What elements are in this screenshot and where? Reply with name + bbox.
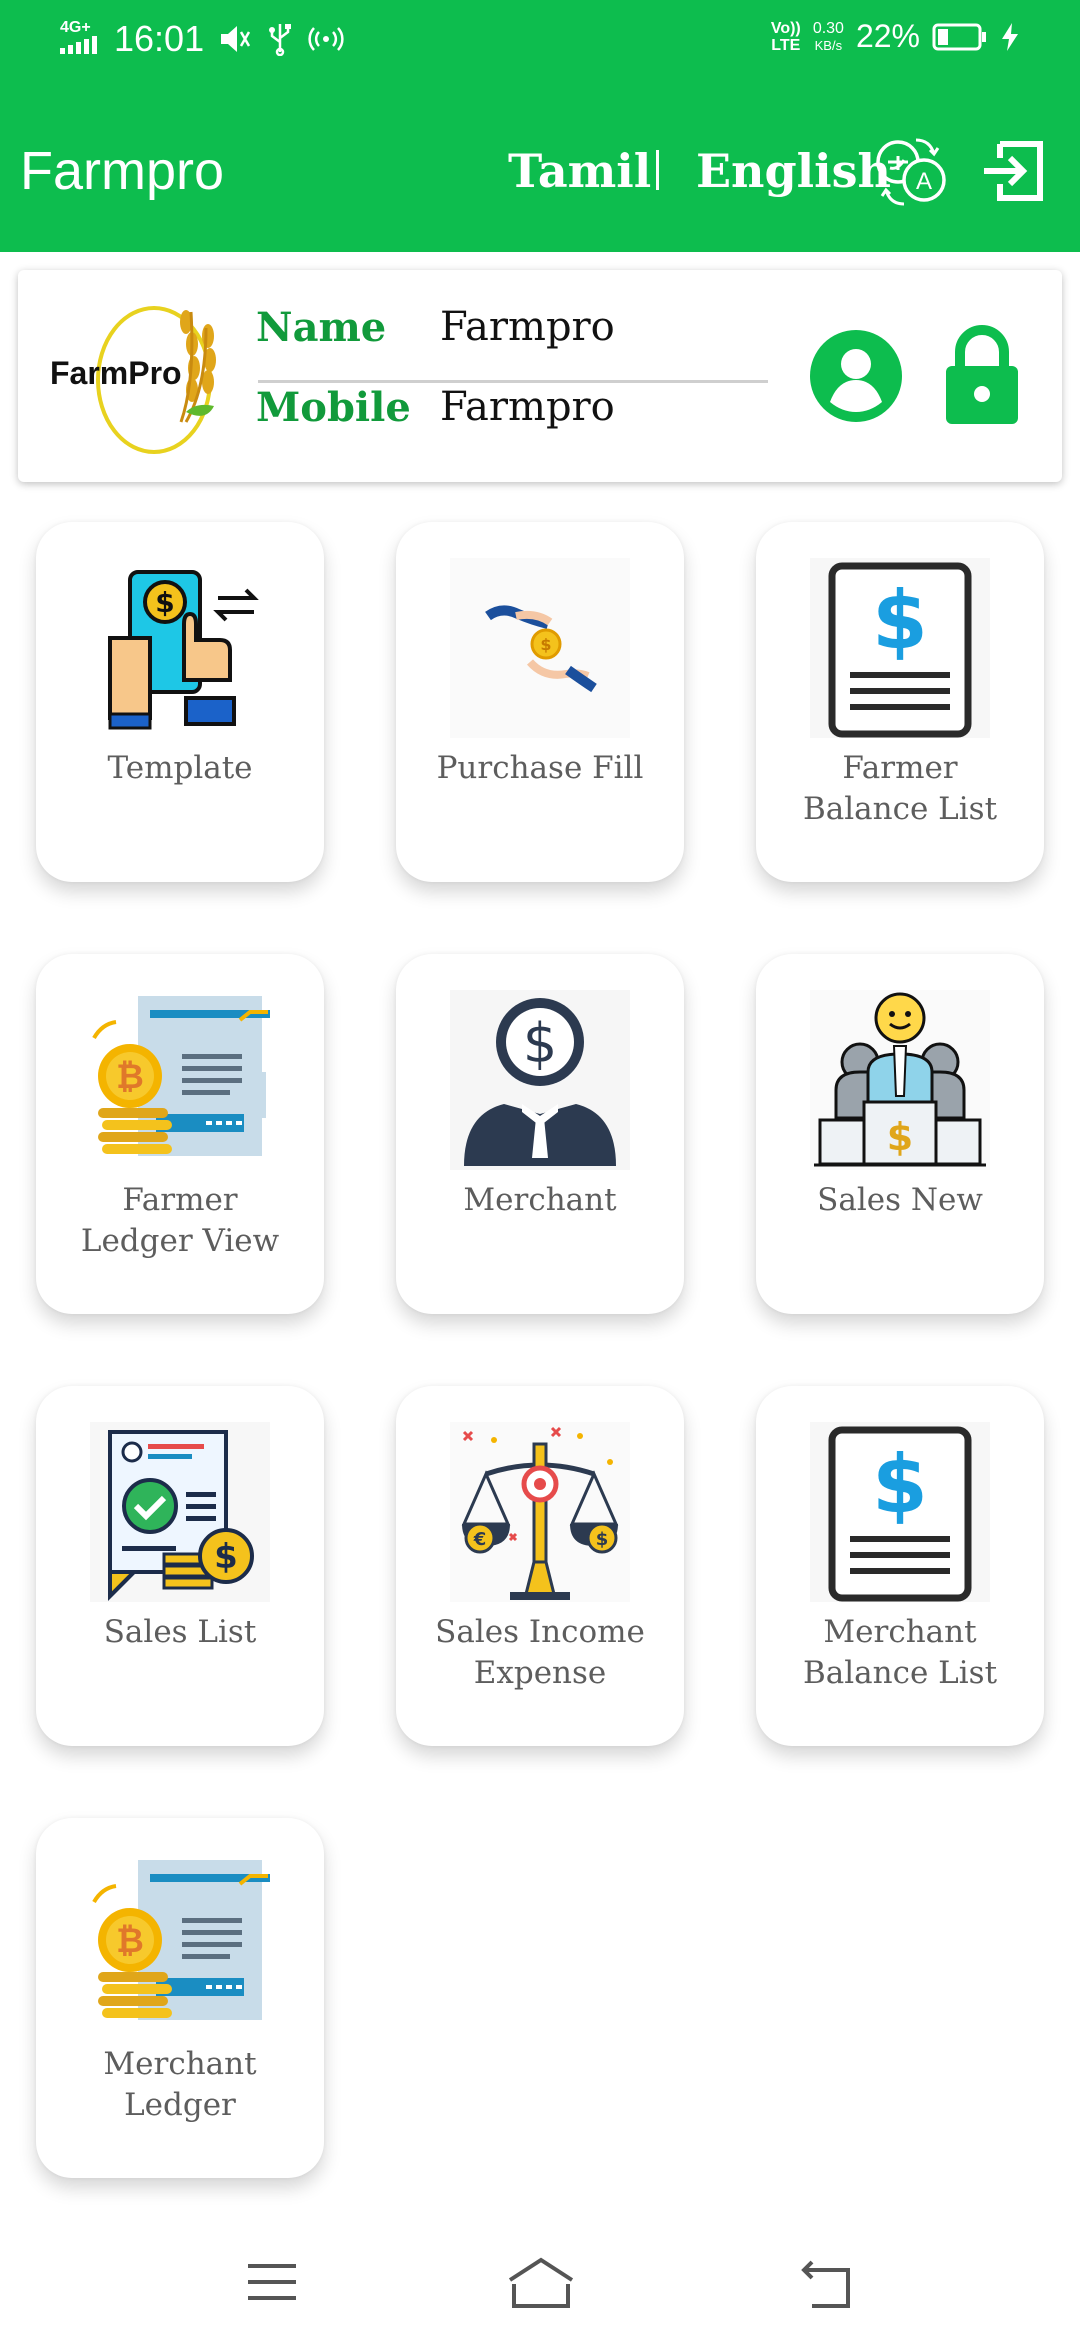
svg-text:$: $ [523, 1012, 557, 1075]
tile-label: Merchant Ledger [103, 2046, 257, 2123]
speed-value: 0.30 [812, 19, 844, 37]
svg-text:A: A [916, 168, 932, 195]
profile-divider [258, 380, 768, 383]
mobile-payment-icon: $ [108, 570, 259, 730]
tile-label: Sales Income Expense [435, 1614, 645, 1691]
name-value: Farmpro [440, 304, 615, 350]
svg-text:₿: ₿ [116, 1921, 144, 1961]
network-speed: 0.30 KB/s [813, 20, 844, 54]
bitcoin-ledger-icon: ₿ [92, 996, 270, 1156]
svg-text:$: $ [596, 1529, 609, 1550]
svg-text:$: $ [155, 586, 174, 619]
tile-sales-income-expense[interactable]: € $ Sales Income Expense [396, 1386, 684, 1746]
svg-text:€: € [473, 1529, 487, 1550]
lang-english-button[interactable]: English [696, 144, 891, 198]
tile-label: Farmer Ledger View [80, 1182, 280, 1259]
tile-label: Farmer Balance List [802, 750, 998, 827]
system-nav-bar [0, 2214, 1080, 2340]
battery-icon [932, 23, 986, 50]
mute-icon [221, 26, 251, 52]
battery-percent: 22% [855, 18, 920, 54]
svg-text:$: $ [214, 1537, 238, 1577]
status-bar: 4G+ 16:01 Vo)) LTE 0.30 KB/s 22% [0, 0, 1080, 84]
coin-handover-icon: $ [450, 558, 630, 738]
tile-label: Purchase Fill [436, 750, 644, 786]
tile-label: Sales New [817, 1182, 983, 1218]
farmpro-logo: FarmPro [50, 306, 216, 454]
app-bar: Farmpro Tamil English A [0, 84, 1080, 252]
profile-card: FarmPro Name Farmpro Mobile Farmpro [18, 270, 1062, 482]
tile-label: Sales List [103, 1614, 257, 1650]
home-icon[interactable] [506, 2252, 576, 2312]
volte-icon: Vo)) LTE [770, 19, 801, 54]
svg-text:$: $ [872, 1438, 928, 1531]
user-profile-icon[interactable] [810, 330, 902, 422]
status-right: Vo)) LTE 0.30 KB/s 22% [771, 18, 1020, 55]
usb-icon [269, 24, 292, 56]
network-type: 4G+ [60, 19, 91, 36]
logo-text: FarmPro [50, 355, 182, 391]
tile-sales-new[interactable]: $ Sales New [756, 954, 1044, 1314]
dollar-document-icon: $ [810, 558, 990, 738]
bitcoin-ledger-icon: ₿ [92, 1860, 270, 2020]
translate-icon[interactable]: A [872, 132, 950, 210]
balance-scale-icon: € $ [450, 1422, 630, 1602]
status-left: 4G+ 16:01 [60, 18, 344, 60]
tile-sales-list[interactable]: $ Sales List [36, 1386, 324, 1746]
tile-merchant-ledger[interactable]: ₿ Merchant Ledger [36, 1818, 324, 2178]
name-label: Name [256, 304, 387, 351]
svg-text:₿: ₿ [116, 1057, 144, 1097]
tile-farmer-ledger-view[interactable]: ₿ Farmer Ledger View [36, 954, 324, 1314]
tile-template[interactable]: $ Template [36, 522, 324, 882]
logout-icon[interactable] [978, 136, 1048, 206]
back-icon[interactable] [796, 2252, 856, 2312]
merchant-icon: $ [450, 990, 630, 1170]
svg-text:$: $ [872, 574, 928, 667]
menu-icon[interactable] [242, 2252, 302, 2312]
charging-icon [1002, 22, 1018, 51]
network-icon: 4G+ [60, 20, 100, 58]
tile-merchant-balance-list[interactable]: $ Merchant Balance List [756, 1386, 1044, 1746]
hotspot-icon [308, 27, 344, 51]
tile-label: Merchant Balance List [802, 1614, 998, 1691]
mobile-label: Mobile [256, 384, 411, 431]
tile-purchase-fill[interactable]: $ Purchase Fill [396, 522, 684, 882]
dollar-document-icon: $ [810, 1422, 990, 1602]
lock-icon[interactable] [942, 322, 1022, 426]
speed-unit: KB/s [814, 37, 843, 53]
checked-invoice-icon: $ [90, 1422, 270, 1602]
lang-divider [656, 150, 659, 190]
sales-podium-icon: $ [810, 990, 990, 1170]
lang-tamil-button[interactable]: Tamil [508, 144, 651, 198]
tile-farmer-balance-list[interactable]: $ Farmer Balance List [756, 522, 1044, 882]
app-title: Farmpro [20, 141, 225, 201]
svg-text:$: $ [887, 1115, 913, 1159]
tile-merchant[interactable]: $ Merchant [396, 954, 684, 1314]
tile-label: Merchant [463, 1182, 617, 1218]
mobile-value: Farmpro [440, 384, 615, 430]
clock: 16:01 [114, 18, 205, 59]
svg-text:$: $ [540, 635, 551, 654]
tile-label: Template [107, 750, 253, 786]
